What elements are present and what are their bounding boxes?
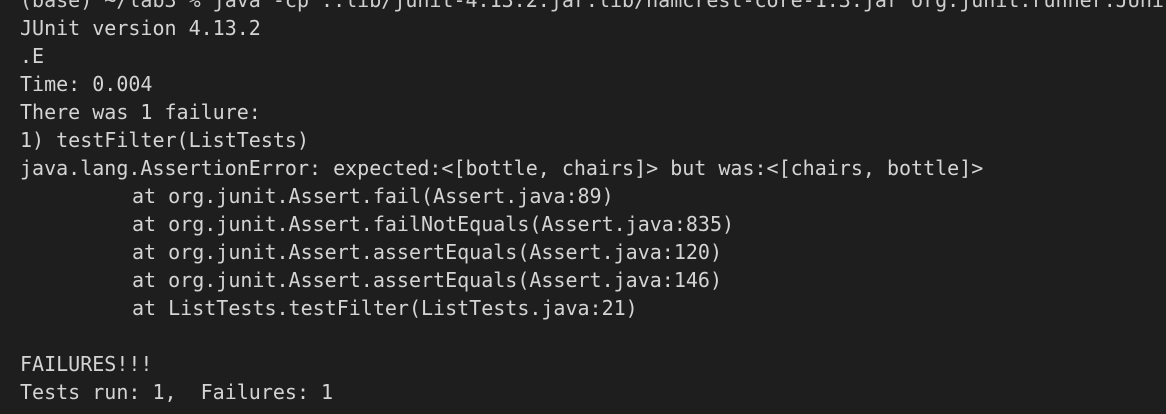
test-progress-line: .E [20, 44, 45, 68]
terminal-window[interactable]: (base) ~/lab3 % java -cp .:lib/junit-4.1… [0, 0, 1166, 414]
elapsed-time-line: Time: 0.004 [20, 72, 153, 96]
stack-trace-line: at org.junit.Assert.failNotEquals(Assert… [132, 212, 735, 236]
failures-banner-line: FAILURES!!! [20, 352, 153, 376]
previous-command-line: (base) ~/lab3 % java -cp .:lib/junit-4.1… [20, 0, 1166, 12]
assertion-error-line: java.lang.AssertionError: expected:<[bot… [20, 156, 984, 180]
failure-count-line: There was 1 failure: [20, 100, 261, 124]
stack-trace-line: at org.junit.Assert.assertEquals(Assert.… [132, 240, 723, 264]
stack-trace-line: at ListTests.testFilter(ListTests.java:2… [132, 296, 638, 320]
terminal-output: (base) ~/lab3 % java -cp .:lib/junit-4.1… [20, 0, 1166, 406]
stack-trace-line: at org.junit.Assert.fail(Assert.java:89) [132, 184, 614, 208]
junit-version-line: JUnit version 4.13.2 [20, 16, 261, 40]
test-summary-line: Tests run: 1, Failures: 1 [20, 380, 334, 404]
stack-trace-line: at org.junit.Assert.assertEquals(Assert.… [132, 268, 723, 292]
failure-header-line: 1) testFilter(ListTests) [20, 128, 309, 152]
